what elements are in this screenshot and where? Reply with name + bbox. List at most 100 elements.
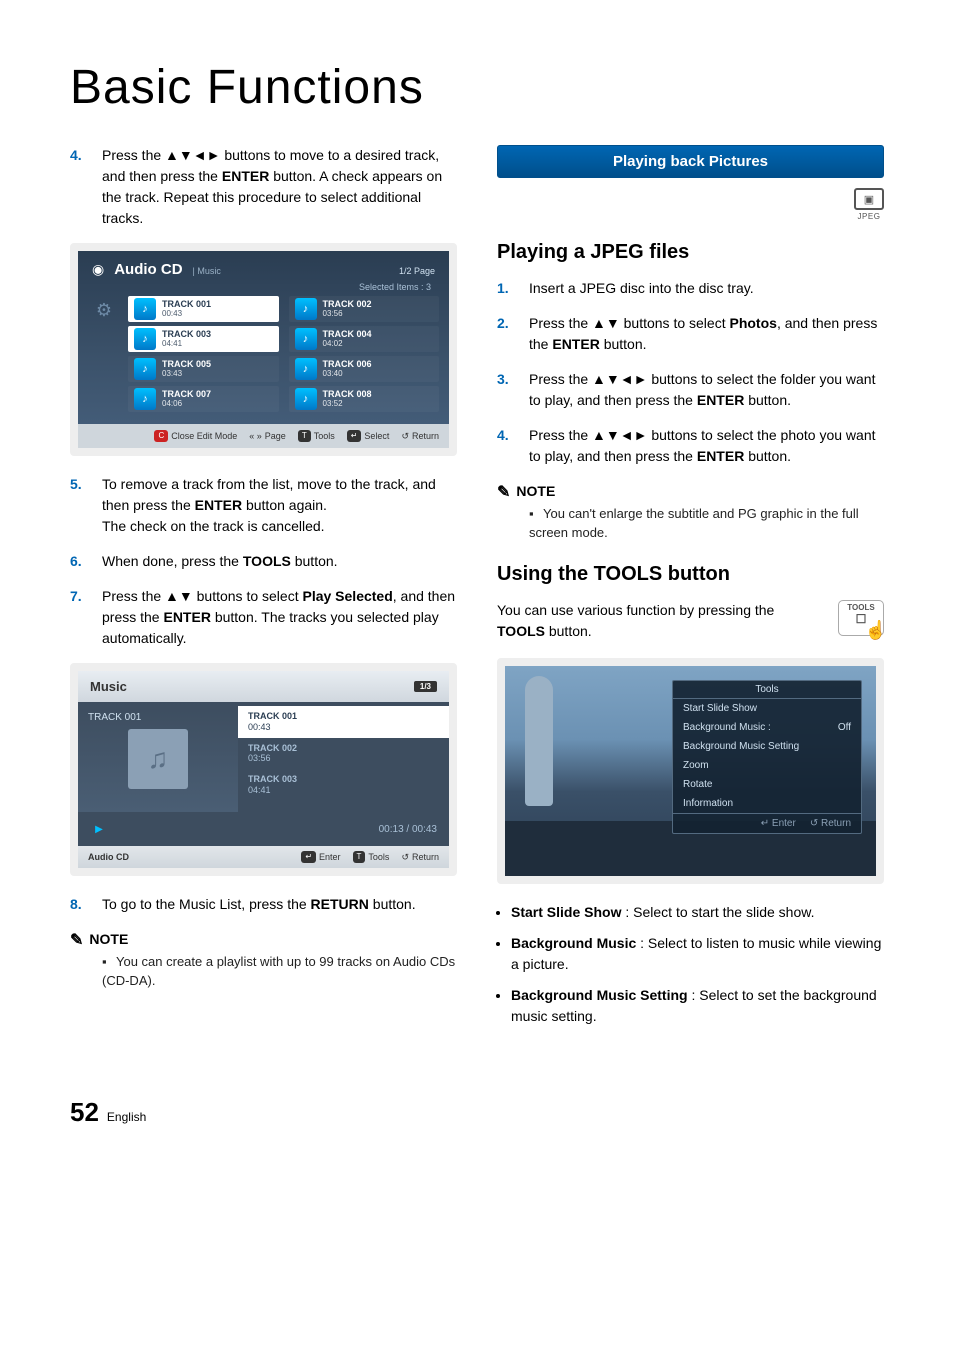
track-name: TRACK 003 — [248, 774, 439, 785]
return-hint: ↺ Return — [810, 818, 851, 829]
note-body: ▪You can't enlarge the subtitle and PG g… — [529, 505, 884, 543]
r-step-3: 3. Press the ▲▼◄► buttons to select the … — [497, 369, 884, 411]
r-step-1: 1. Insert a JPEG disc into the disc tray… — [497, 278, 884, 299]
step-7: 7. Press the ▲▼ buttons to select Play S… — [70, 586, 457, 649]
step-text: button. — [291, 553, 338, 569]
return-hint: ↺ Return — [401, 430, 439, 442]
enter-label: ENTER — [222, 168, 269, 184]
playlist-item[interactable]: TRACK 00100:43 — [238, 706, 449, 738]
audio-title: Audio CD — [114, 261, 182, 278]
source-label: Audio CD — [88, 852, 129, 862]
step-text: To go to the Music List, press the — [102, 896, 311, 912]
music-page: 1/3 — [414, 681, 437, 692]
music-note-icon — [295, 298, 317, 320]
right-column: Playing back Pictures ▣ JPEG Playing a J… — [497, 145, 884, 1037]
tools-menu-item[interactable]: Zoom — [673, 756, 861, 775]
step-number: 7. — [70, 586, 88, 649]
track-item[interactable]: TRACK 00404:02 — [289, 326, 440, 352]
select-hint: ↵Select — [347, 430, 390, 442]
track-duration: 03:40 — [323, 370, 372, 379]
language-label: English — [107, 1110, 146, 1124]
tools-menu-title: Tools — [673, 681, 861, 699]
track-duration: 04:06 — [162, 400, 211, 409]
r-step-4: 4. Press the ▲▼◄► buttons to select the … — [497, 425, 884, 467]
disc-graphic: ⚙ — [88, 296, 120, 412]
page-title: Basic Functions — [70, 60, 884, 115]
tools-menu-item[interactable]: Background Music Setting — [673, 737, 861, 756]
music-note-icon — [134, 358, 156, 380]
track-item[interactable]: TRACK 00100:43 — [128, 296, 279, 322]
audio-subtitle: | Music — [193, 266, 221, 276]
step-text: button. — [369, 896, 416, 912]
audio-page: 1/2 Page — [399, 266, 435, 276]
playlist-item[interactable]: TRACK 00304:41 — [238, 769, 449, 801]
jpeg-label: JPEG — [858, 212, 881, 221]
step-4: 4. Press the ▲▼◄► buttons to move to a d… — [70, 145, 457, 229]
step-text: When done, press the — [102, 553, 243, 569]
track-duration: 00:43 — [248, 722, 271, 732]
enter-label: ENTER — [163, 609, 210, 625]
step-text: Press the ▲▼ buttons to select — [102, 588, 302, 604]
step-text: button again. — [242, 497, 327, 513]
r-step-2: 2. Press the ▲▼ buttons to select Photos… — [497, 313, 884, 355]
step-number: 3. — [497, 369, 515, 411]
note-icon: ✎ — [70, 930, 83, 950]
bullet-list: Start Slide Show : Select to start the s… — [511, 902, 884, 1027]
step-number: 8. — [70, 894, 88, 915]
page-nav-hint: « » Page — [249, 430, 286, 442]
track-duration: 04:02 — [323, 340, 372, 349]
hand-pointer-icon: ☝ — [865, 620, 887, 641]
track-item[interactable]: TRACK 00704:06 — [128, 386, 279, 412]
left-column: 4. Press the ▲▼◄► buttons to move to a d… — [70, 145, 457, 1037]
playback-time: 00:13 / 00:43 — [379, 824, 437, 835]
music-note-icon — [295, 358, 317, 380]
music-note-icon — [134, 298, 156, 320]
close-edit-mode-hint: CClose Edit Mode — [154, 430, 237, 442]
album-art-icon: ♫ — [128, 729, 188, 789]
tools-menu-item[interactable]: Background Music :Off — [673, 718, 861, 737]
music-title: Music — [90, 679, 127, 694]
list-item: Background Music Setting : Select to set… — [511, 985, 884, 1027]
enter-label: ENTER — [552, 336, 599, 352]
track-item[interactable]: TRACK 00503:43 — [128, 356, 279, 382]
step-number: 6. — [70, 551, 88, 572]
list-item: Start Slide Show : Select to start the s… — [511, 902, 884, 923]
selected-count: Selected Items : 3 — [78, 282, 449, 292]
track-item[interactable]: TRACK 00203:56 — [289, 296, 440, 322]
tools-hint: T Tools — [353, 851, 390, 863]
track-item[interactable]: TRACK 00803:52 — [289, 386, 440, 412]
music-note-icon — [134, 388, 156, 410]
step-text: button. — [600, 336, 647, 352]
step-text: The check on the track is cancelled. — [102, 518, 325, 534]
tools-menu-item[interactable]: Rotate — [673, 775, 861, 794]
tools-menu-item[interactable]: Information — [673, 794, 861, 813]
page-footer: 52 English — [70, 1097, 884, 1128]
track-item[interactable]: TRACK 00304:41 — [128, 326, 279, 352]
music-note-icon — [295, 388, 317, 410]
step-5: 5. To remove a track from the list, move… — [70, 474, 457, 537]
enter-label: ENTER — [195, 497, 242, 513]
enter-label: ENTER — [697, 392, 744, 408]
step-6: 6. When done, press the TOOLS button. — [70, 551, 457, 572]
page-number: 52 — [70, 1097, 99, 1128]
music-note-icon — [295, 328, 317, 350]
enter-hint: ↵ Enter — [301, 851, 340, 863]
playlist-item[interactable]: TRACK 00203:56 — [238, 738, 449, 770]
cd-icon: ◉ — [92, 261, 104, 278]
tools-menu-item[interactable]: Start Slide Show — [673, 699, 861, 718]
audio-cd-screenshot: ◉ Audio CD | Music 1/2 Page Selected Ite… — [70, 243, 457, 456]
step-number: 1. — [497, 278, 515, 299]
subheading: Using the TOOLS button — [497, 563, 884, 586]
step-number: 4. — [70, 145, 88, 229]
now-playing-label: TRACK 001 — [88, 712, 228, 723]
step-8: 8. To go to the Music List, press the RE… — [70, 894, 457, 915]
play-icon[interactable]: ▶ — [90, 820, 108, 838]
return-label: RETURN — [311, 896, 369, 912]
note-heading: ✎ NOTE — [497, 481, 884, 501]
music-player-screenshot: Music 1/3 TRACK 001 ♫ TRACK 00100:43 TRA… — [70, 663, 457, 876]
tools-popup: Tools Start Slide Show Background Music … — [672, 680, 862, 834]
step-text: button. — [744, 448, 791, 464]
track-duration: 04:41 — [162, 340, 211, 349]
track-item[interactable]: TRACK 00603:40 — [289, 356, 440, 382]
return-hint: ↺ Return — [401, 851, 439, 863]
